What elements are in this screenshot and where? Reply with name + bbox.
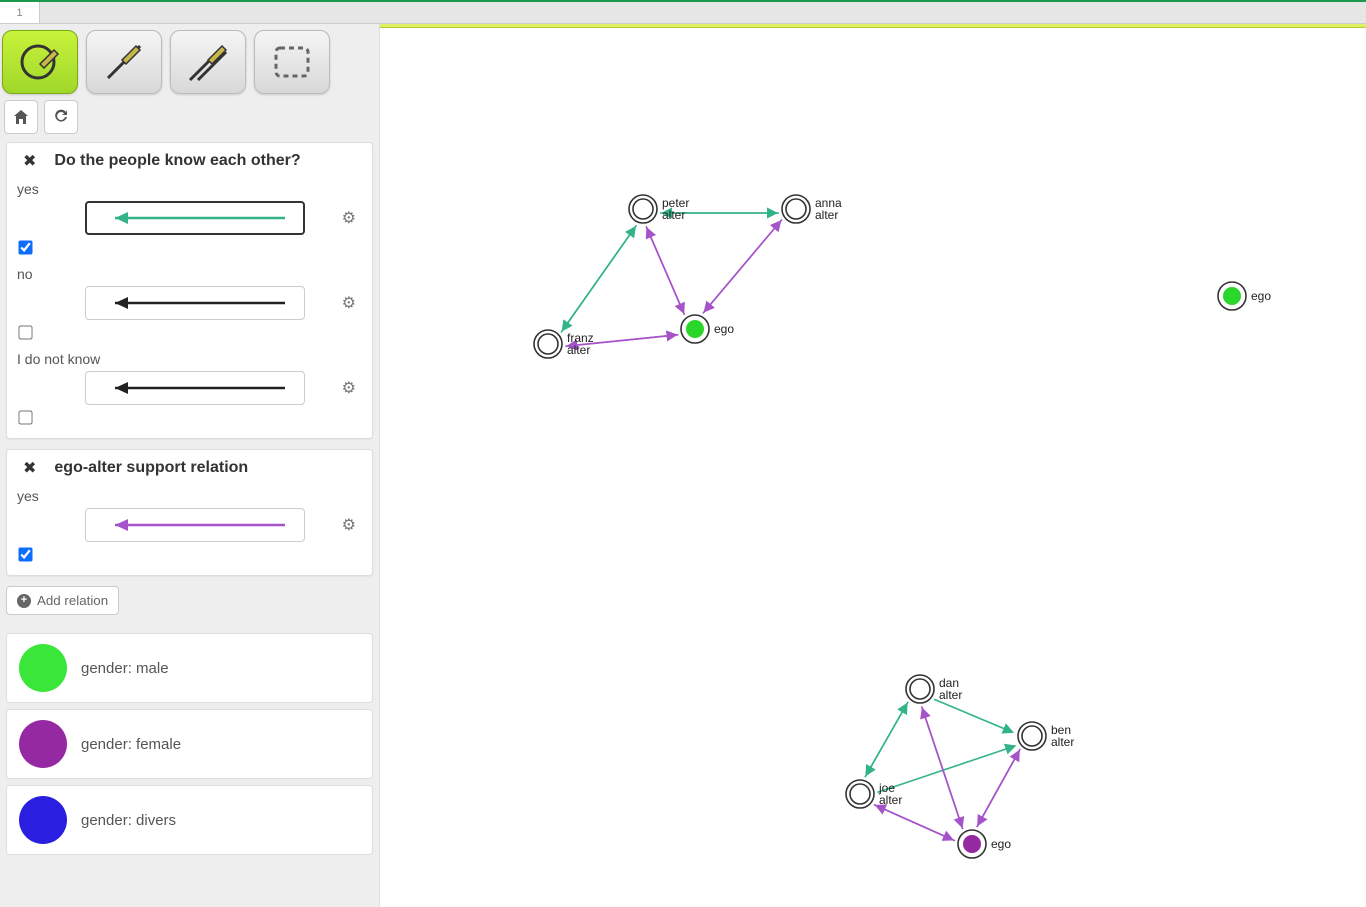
question-panel-support: ✖ ego-alter support relation yes ⚙ xyxy=(6,449,373,576)
add-relation-button[interactable]: + Add relation xyxy=(6,586,119,615)
tool-draw-edge[interactable] xyxy=(86,30,162,94)
legend-label: gender: divers xyxy=(81,812,176,829)
relation-style-yes[interactable] xyxy=(85,201,305,235)
legend-female[interactable]: gender: female xyxy=(6,709,373,779)
arrow-icon xyxy=(100,515,290,535)
swatch-icon xyxy=(19,796,67,844)
network-edge[interactable] xyxy=(934,699,1013,732)
option-label: I do not know xyxy=(17,351,362,367)
node-label: ego xyxy=(714,322,734,336)
option-checkbox-no[interactable] xyxy=(18,325,32,339)
network-node-egoR[interactable]: ego xyxy=(1218,282,1271,310)
question-title: ego-alter support relation xyxy=(54,459,248,477)
network-edge[interactable] xyxy=(977,751,1020,828)
network-node-dan[interactable]: danalter xyxy=(906,675,962,703)
gear-icon[interactable]: ⚙ xyxy=(342,208,356,228)
swatch-icon xyxy=(19,720,67,768)
home-button[interactable] xyxy=(4,100,38,134)
network-node-anna[interactable]: annaalter xyxy=(782,195,842,223)
relation-style-support-yes[interactable] xyxy=(85,508,305,542)
plus-icon: + xyxy=(17,594,31,608)
node-role-label: alter xyxy=(939,688,962,702)
network-canvas[interactable]: peteralter annaalter ego franzalter ego danal… xyxy=(380,24,1366,907)
network-edge[interactable] xyxy=(876,805,955,840)
node-role-label: alter xyxy=(879,793,902,807)
legend-label: gender: female xyxy=(81,736,181,753)
node-role-label: alter xyxy=(662,208,685,222)
relation-style-no[interactable] xyxy=(85,286,305,320)
option-checkbox-support-yes[interactable] xyxy=(18,547,32,561)
home-icon xyxy=(13,109,29,125)
network-edge[interactable] xyxy=(877,746,1015,792)
network-svg: peteralter annaalter ego franzalter ego danal… xyxy=(380,24,1366,907)
gear-icon[interactable]: ⚙ xyxy=(342,293,356,313)
node-label: ego xyxy=(1251,289,1271,303)
network-node-ego2[interactable]: ego xyxy=(958,830,1011,858)
arrow-icon xyxy=(100,378,290,398)
network-node-franz[interactable]: franzalter xyxy=(534,330,594,358)
network-node-peter[interactable]: peteralter xyxy=(629,195,689,223)
network-node-ben[interactable]: benalter xyxy=(1018,722,1074,750)
swatch-icon xyxy=(19,644,67,692)
option-label: no xyxy=(17,266,362,282)
tool-row xyxy=(2,28,377,100)
tool-draw-multi-edge[interactable] xyxy=(170,30,246,94)
gear-icon[interactable]: ⚙ xyxy=(342,378,356,398)
tool-draw-node[interactable] xyxy=(2,30,78,94)
sidebar: ✖ Do the people know each other? yes ⚙ n… xyxy=(0,24,380,907)
legend-label: gender: male xyxy=(81,660,169,677)
sub-tool-row xyxy=(2,100,377,140)
circle-pencil-icon xyxy=(16,38,64,86)
node-label: ego xyxy=(991,837,1011,851)
close-icon[interactable]: ✖ xyxy=(23,151,36,171)
network-edge[interactable] xyxy=(865,704,907,778)
relation-style-dontknow[interactable] xyxy=(85,371,305,405)
close-icon[interactable]: ✖ xyxy=(23,458,36,478)
tool-rectangle-select[interactable] xyxy=(254,30,330,94)
option-label: yes xyxy=(17,488,362,504)
option-label: yes xyxy=(17,181,362,197)
arrow-icon xyxy=(100,293,290,313)
network-edge[interactable] xyxy=(647,228,685,315)
question-panel-know: ✖ Do the people know each other? yes ⚙ n… xyxy=(6,142,373,439)
select-rect-icon xyxy=(268,38,316,86)
option-checkbox-yes[interactable] xyxy=(18,240,32,254)
network-node-ego1[interactable]: ego xyxy=(681,315,734,343)
add-relation-label: Add relation xyxy=(37,593,108,608)
main-area: ✖ Do the people know each other? yes ⚙ n… xyxy=(0,24,1366,907)
edge-pencil-icon xyxy=(100,38,148,86)
network-edge[interactable] xyxy=(562,225,636,331)
gear-icon[interactable]: ⚙ xyxy=(342,515,356,535)
node-role-label: alter xyxy=(1051,735,1074,749)
legend-male[interactable]: gender: male xyxy=(6,633,373,703)
tab-row: 1 xyxy=(0,2,1366,24)
node-role-label: alter xyxy=(567,343,590,357)
network-node-joe[interactable]: joealter xyxy=(846,780,902,808)
node-role-label: alter xyxy=(815,208,838,222)
tab-1[interactable]: 1 xyxy=(0,2,40,23)
network-edge[interactable] xyxy=(922,708,963,829)
arrow-icon xyxy=(100,208,290,228)
option-checkbox-dontknow[interactable] xyxy=(18,410,32,424)
question-title: Do the people know each other? xyxy=(54,152,300,170)
network-edge[interactable] xyxy=(703,221,781,313)
legend-divers[interactable]: gender: divers xyxy=(6,785,373,855)
refresh-icon xyxy=(53,109,69,125)
multi-edge-pencil-icon xyxy=(184,38,232,86)
refresh-button[interactable] xyxy=(44,100,78,134)
